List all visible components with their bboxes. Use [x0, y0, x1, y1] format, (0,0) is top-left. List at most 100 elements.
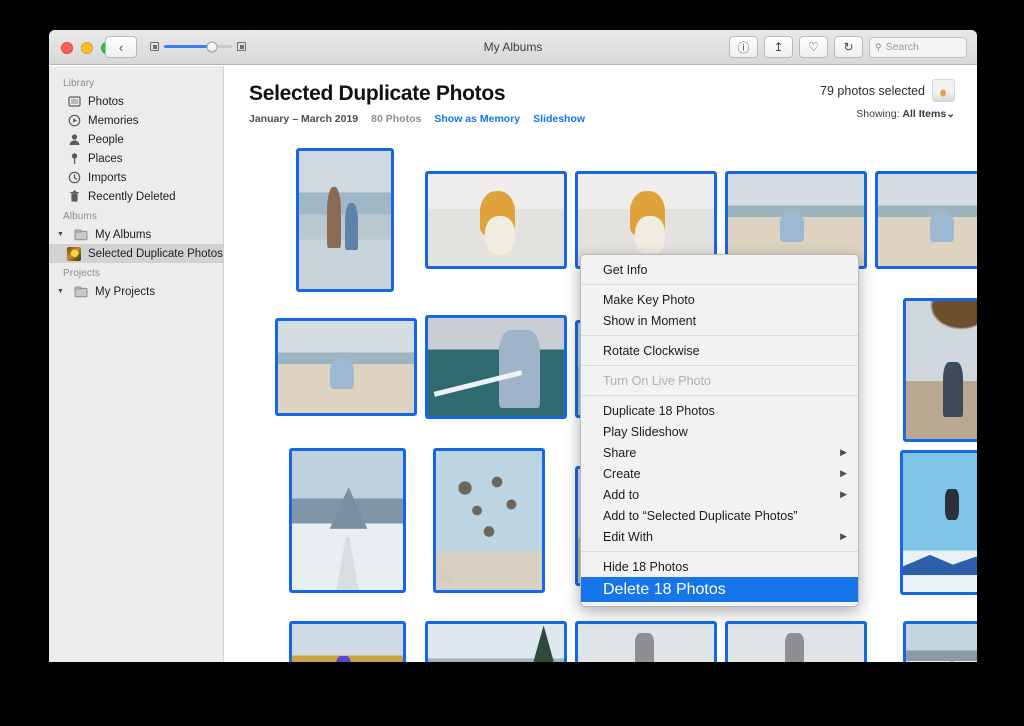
menu-item-label: Play Slideshow — [603, 424, 688, 439]
showing-label: Showing: — [856, 108, 900, 120]
sidebar-section-header: Albums — [63, 211, 97, 222]
showing-filter[interactable]: Showing: All Items⌄ — [856, 108, 955, 120]
photo-mountain-road[interactable] — [289, 448, 406, 593]
photo-beach-sit[interactable] — [875, 171, 977, 269]
show-as-memory-link[interactable]: Show as Memory — [434, 113, 520, 125]
photo-bike-1[interactable] — [575, 621, 717, 662]
menu-add-to[interactable]: Add to ▶ — [581, 484, 858, 505]
favorite-button[interactable]: ♡ — [799, 36, 828, 58]
menu-turn-on-live-photo: Turn On Live Photo — [581, 370, 858, 391]
rotate-icon: ↻ — [843, 40, 854, 54]
search-icon: ⚲ — [875, 41, 882, 52]
share-icon: ↥ — [773, 40, 784, 54]
menu-separator — [581, 551, 858, 552]
sidebar-section-header: Projects — [63, 268, 100, 279]
sidebar-item-label: My Projects — [95, 285, 156, 298]
photos-window: ‹ My Albums ⓘ ↥ ♡ ↻ ⚲ Search Library Pho… — [49, 30, 977, 662]
submenu-arrow-icon: ▶ — [840, 531, 847, 541]
sidebar-item-label: Imports — [88, 171, 127, 184]
disclosure-triangle-icon[interactable]: ▼ — [57, 288, 65, 295]
sidebar-section-header: Library — [63, 78, 95, 89]
window-body: Library Photos Memories People Places Imports… — [49, 66, 977, 662]
disclosure-triangle-icon[interactable]: ▼ — [57, 231, 65, 238]
context-menu: Get Info Make Key Photo Show in Moment Rota… — [580, 254, 859, 607]
submenu-arrow-icon: ▶ — [840, 447, 847, 457]
menu-separator — [581, 335, 858, 336]
menu-create[interactable]: Create ▶ — [581, 463, 858, 484]
album-header: Selected Duplicate Photos January – Marc… — [224, 66, 977, 125]
favorite-heart-icon: ♡ — [441, 574, 451, 586]
sidebar-item-label: Places — [88, 152, 123, 165]
sidebar-item-places[interactable]: Places — [49, 149, 223, 168]
menu-item-label: Delete 18 Photos — [603, 580, 726, 598]
submenu-arrow-icon: ▶ — [840, 468, 847, 478]
window-titlebar: ‹ My Albums ⓘ ↥ ♡ ↻ ⚲ Search — [49, 30, 977, 65]
menu-separator — [581, 365, 858, 366]
photos-icon — [67, 95, 81, 109]
menu-play-slideshow[interactable]: Play Slideshow — [581, 421, 858, 442]
photo-teddy-1[interactable] — [425, 171, 567, 269]
album-photo-count: 80 Photos — [371, 113, 422, 125]
album-meta-row: January – March 2019 80 Photos Show as M… — [249, 113, 955, 125]
places-icon — [67, 152, 81, 166]
menu-item-label: Show in Moment — [603, 313, 697, 328]
menu-item-label: Add to “Selected Duplicate Photos” — [603, 508, 798, 523]
menu-item-label: Add to — [603, 487, 640, 502]
menu-hide-photos[interactable]: Hide 18 Photos — [581, 556, 858, 577]
sidebar-item-label: Selected Duplicate Photos — [88, 247, 223, 260]
menu-share[interactable]: Share ▶ — [581, 442, 858, 463]
menu-add-to-album[interactable]: Add to “Selected Duplicate Photos” — [581, 505, 858, 526]
photo-desert-road[interactable] — [903, 621, 977, 662]
menu-item-label: Share — [603, 445, 637, 460]
sidebar: Library Photos Memories People Places Imports… — [49, 66, 224, 662]
sidebar-item-people[interactable]: People — [49, 130, 223, 149]
toolbar-actions: ⓘ ↥ ♡ ↻ ⚲ Search — [729, 36, 967, 58]
search-field[interactable]: ⚲ Search — [869, 36, 967, 58]
menu-edit-with[interactable]: Edit With ▶ — [581, 526, 858, 547]
photo-pumpkin-patch[interactable] — [289, 621, 406, 662]
slideshow-link[interactable]: Slideshow — [533, 113, 585, 125]
folder-icon — [74, 228, 88, 242]
sidebar-item-label: My Albums — [95, 228, 152, 241]
photo-birds[interactable]: ♡ — [433, 448, 545, 593]
sidebar-item-selected-duplicate-photos[interactable]: Selected Duplicate Photos — [49, 244, 223, 263]
menu-make-key-photo[interactable]: Make Key Photo — [581, 289, 858, 310]
sidebar-item-label: People — [88, 133, 124, 146]
sidebar-item-photos[interactable]: Photos — [49, 92, 223, 111]
rotate-button[interactable]: ↻ — [834, 36, 863, 58]
menu-rotate-clockwise[interactable]: Rotate Clockwise — [581, 340, 858, 361]
menu-duplicate-photos[interactable]: Duplicate 18 Photos — [581, 400, 858, 421]
info-button[interactable]: ⓘ — [729, 36, 758, 58]
share-button[interactable]: ↥ — [764, 36, 793, 58]
sidebar-item-my-albums[interactable]: ▼ My Albums — [49, 225, 223, 244]
menu-item-label: Rotate Clockwise — [603, 343, 700, 358]
sidebar-item-my-projects[interactable]: ▼ My Projects — [49, 282, 223, 301]
menu-item-label: Get Info — [603, 262, 648, 277]
selection-status: 79 photos selected — [820, 84, 925, 98]
sidebar-item-imports[interactable]: Imports — [49, 168, 223, 187]
chevron-down-icon: ⌄ — [946, 108, 955, 120]
heart-icon: ♡ — [808, 40, 819, 54]
photo-rail-man[interactable] — [425, 315, 567, 419]
menu-separator — [581, 395, 858, 396]
menu-item-label: Create — [603, 466, 641, 481]
album-key-photo-thumbnail[interactable] — [932, 79, 955, 102]
sidebar-item-recently-deleted[interactable]: Recently Deleted — [49, 187, 223, 206]
menu-delete-photos[interactable]: Delete 18 Photos — [581, 577, 858, 602]
menu-separator — [581, 284, 858, 285]
menu-show-in-moment[interactable]: Show in Moment — [581, 310, 858, 331]
info-icon: ⓘ — [737, 40, 750, 55]
photo-backpack[interactable] — [903, 298, 977, 442]
photo-snow-mountain[interactable] — [425, 621, 567, 662]
sidebar-item-memories[interactable]: Memories — [49, 111, 223, 130]
photo-bike-2[interactable] — [725, 621, 867, 662]
trash-icon — [67, 190, 81, 204]
photo-beach-towel[interactable] — [275, 318, 417, 416]
menu-get-info[interactable]: Get Info — [581, 259, 858, 280]
photo-ski-jump[interactable] — [900, 450, 977, 595]
album-thumbnail — [67, 246, 81, 261]
menu-item-label: Make Key Photo — [603, 292, 695, 307]
sidebar-item-label: Recently Deleted — [88, 190, 176, 203]
photo-beach-kids[interactable] — [296, 148, 394, 292]
menu-item-label: Hide 18 Photos — [603, 559, 689, 574]
